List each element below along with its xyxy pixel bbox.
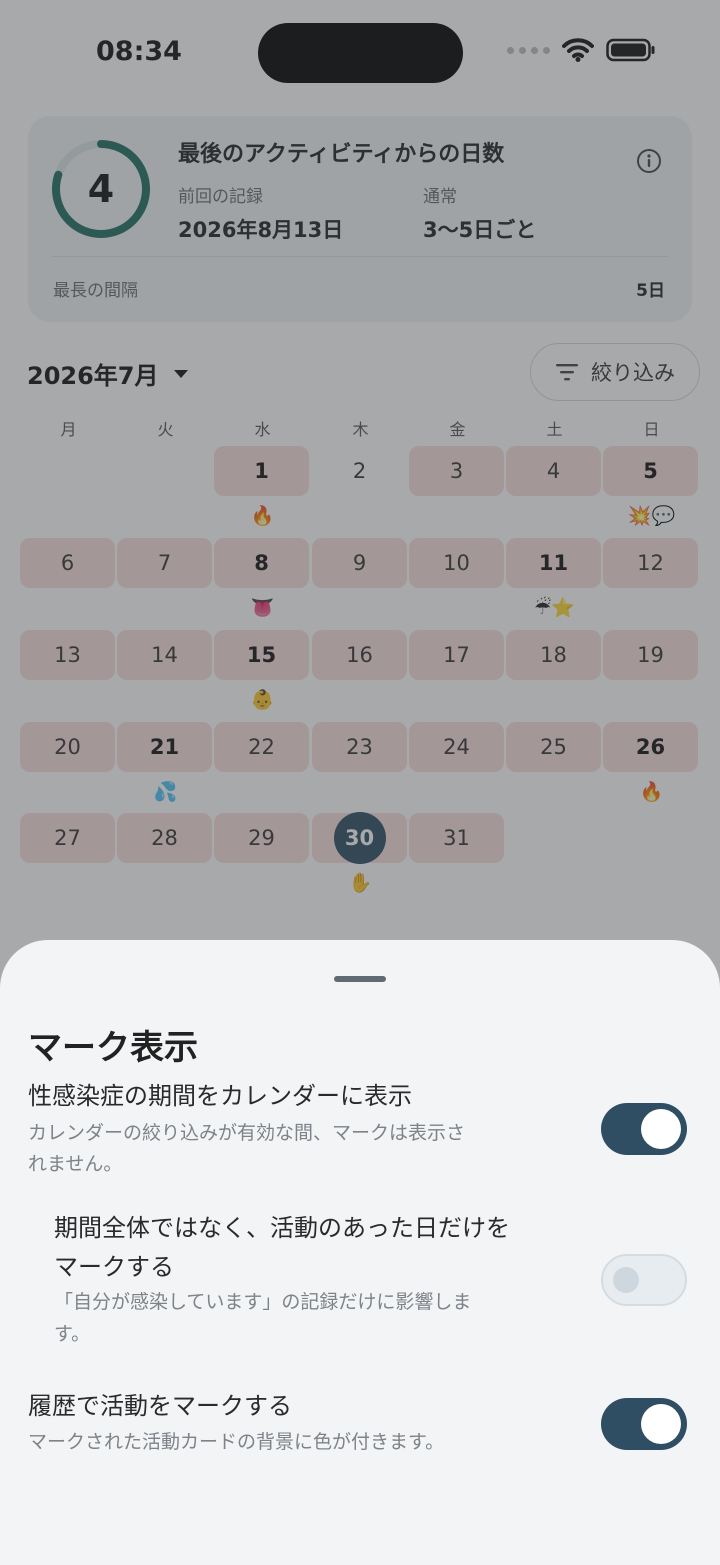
setting-sti-period-title: 性感染症の期間をカレンダーに表示 (28, 1082, 412, 1110)
toggle-history-mark[interactable] (601, 1398, 687, 1450)
setting-history-mark-desc: マークされた活動カードの背景に色が付きます。 (28, 1431, 445, 1453)
setting-sti-period-desc-line2: れません。 (28, 1153, 123, 1175)
setting-activity-days-title-line2: マークする (54, 1253, 174, 1281)
toggle-activity-days-only[interactable] (601, 1254, 687, 1306)
setting-activity-days-desc-line2: す。 (54, 1323, 91, 1345)
toggle-knob (613, 1267, 639, 1293)
toggle-knob (641, 1404, 681, 1444)
setting-history-mark-title: 履歴で活動をマークする (28, 1392, 292, 1420)
setting-sti-period-desc-line1: カレンダーの絞り込みが有効な間、マークは表示さ (28, 1122, 466, 1144)
mark-display-sheet: マーク表示 性感染症の期間をカレンダーに表示 カレンダーの絞り込みが有効な間、マ… (0, 940, 720, 1565)
setting-activity-days-desc-line1: 「自分が感染しています」の記録だけに影響しま (54, 1291, 472, 1313)
setting-activity-days-title-line1: 期間全体ではなく、活動のあった日だけを (54, 1214, 510, 1242)
sheet-title: マーク表示 (28, 1028, 198, 1068)
toggle-sti-period[interactable] (601, 1103, 687, 1155)
toggle-knob (641, 1109, 681, 1149)
sheet-drag-handle[interactable] (334, 976, 386, 982)
